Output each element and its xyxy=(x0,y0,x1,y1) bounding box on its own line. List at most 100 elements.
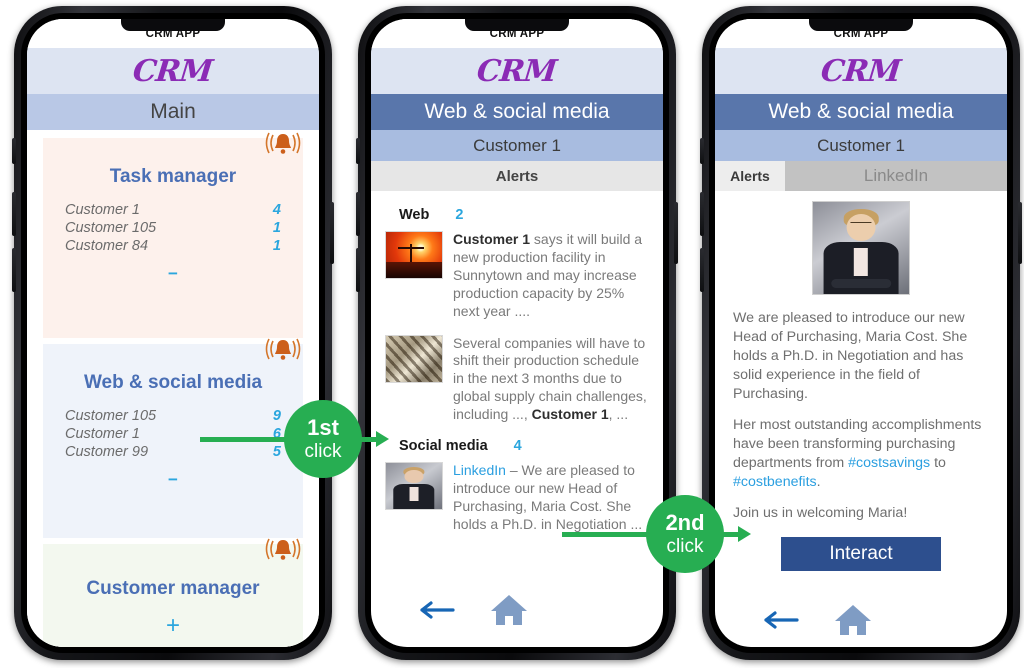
phone-power-button[interactable] xyxy=(674,202,678,264)
list-item[interactable]: Customer 105 1 xyxy=(65,220,281,236)
para2-post: . xyxy=(816,474,821,491)
back-arrow-icon[interactable] xyxy=(417,599,455,626)
phone-volume-down-button[interactable] xyxy=(356,248,360,292)
alert-text: Customer 1 says it will build a new prod… xyxy=(453,231,649,321)
phone-volume-down-button[interactable] xyxy=(12,248,16,292)
group-label: Web xyxy=(399,207,430,223)
phone-3-body: We are pleased to introduce our new Head… xyxy=(715,201,1007,647)
phone-notch xyxy=(809,19,913,31)
phone-1: CRM APP CRM Main Task manager Customer 1… xyxy=(12,6,334,660)
collapse-toggle[interactable]: − xyxy=(43,264,303,284)
customer-name: Customer 105 xyxy=(65,220,157,236)
phone-volume-up-button[interactable] xyxy=(356,192,360,236)
card-customer-manager[interactable]: Customer manager + xyxy=(43,538,303,647)
phone-volume-up-button[interactable] xyxy=(12,192,16,236)
phone-side-button[interactable] xyxy=(700,138,704,164)
customer-name: Customer 84 xyxy=(65,238,149,254)
alert-bell-icon xyxy=(263,336,303,362)
customer-name: Customer 1 xyxy=(65,426,140,442)
phone-power-button[interactable] xyxy=(330,202,334,264)
phone-volume-down-button[interactable] xyxy=(700,248,704,292)
phone-side-button[interactable] xyxy=(356,138,360,164)
hashtag-costbenefits[interactable]: #costbenefits xyxy=(733,474,817,490)
expand-toggle[interactable]: + xyxy=(43,614,303,638)
card-task-manager[interactable]: Task manager Customer 1 4 Customer 105 1… xyxy=(43,132,303,338)
linkedin-link[interactable]: LinkedIn xyxy=(453,462,506,478)
alert-text: Several companies will have to shift the… xyxy=(453,335,649,425)
phone-3-screen: CRM APP CRM Web & social media Customer … xyxy=(715,19,1007,647)
phone-volume-up-button[interactable] xyxy=(700,192,704,236)
app-logo: CRM xyxy=(131,53,215,89)
phone-side-button[interactable] xyxy=(12,138,16,164)
brand-bar: CRM xyxy=(715,48,1007,94)
section-title-alerts[interactable]: Alerts xyxy=(371,161,663,191)
callout-arrowhead-icon xyxy=(376,431,389,447)
card-title: Customer manager xyxy=(86,578,260,599)
card-row-list: Customer 1 4 Customer 105 1 Customer 84 … xyxy=(43,202,303,254)
tab-bar: Alerts LinkedIn xyxy=(715,161,1007,191)
list-item[interactable]: Customer 1 4 xyxy=(65,202,281,218)
alert-bell-icon xyxy=(263,130,303,156)
bottom-nav xyxy=(371,592,663,633)
callout-1st-click: 1st click xyxy=(200,400,390,478)
hashtag-costsavings[interactable]: #costsavings xyxy=(848,455,930,471)
post-paragraph-3: Join us in welcoming Maria! xyxy=(733,505,908,522)
bottom-nav xyxy=(715,602,1007,643)
nav-title-main[interactable]: Main xyxy=(27,94,319,130)
sepia-industry-photo xyxy=(385,334,443,383)
customer-name: Customer 105 xyxy=(65,408,157,424)
group-count: 2 xyxy=(455,207,464,223)
sunset-crane-photo xyxy=(385,231,443,279)
post-paragraph-1: We are pleased to introduce our new Head… xyxy=(733,310,968,403)
diagram-stage: CRM APP CRM Main Task manager Customer 1… xyxy=(0,0,1024,668)
alert-body-post: , ... xyxy=(608,406,629,423)
home-icon[interactable] xyxy=(833,602,873,643)
phone-notch xyxy=(465,19,569,31)
phone-notch xyxy=(121,19,225,31)
list-item[interactable]: Several companies will have to shift the… xyxy=(385,334,649,425)
phone-1-body: Task manager Customer 1 4 Customer 105 1… xyxy=(27,130,319,647)
card-title: Web & social media xyxy=(83,372,263,393)
phone-power-button[interactable] xyxy=(1018,202,1022,264)
interact-button[interactable]: Interact xyxy=(781,537,941,572)
card-title: Task manager xyxy=(109,166,237,187)
sub-title-customer[interactable]: Customer 1 xyxy=(715,130,1007,161)
brand-bar: CRM xyxy=(27,48,319,94)
callout-badge: 1st click xyxy=(284,400,362,478)
customer-count: 1 xyxy=(272,238,281,254)
callout-connector xyxy=(200,437,292,442)
alert-bell-icon xyxy=(263,536,303,562)
customer-mention: Customer 1 xyxy=(453,231,531,247)
para2-mid: to xyxy=(930,455,946,472)
list-item[interactable]: Customer 1 says it will build a new prod… xyxy=(385,231,649,321)
callout-ordinal: 1st xyxy=(307,415,339,440)
brand-bar: CRM xyxy=(371,48,663,94)
phone-1-screen: CRM APP CRM Main Task manager Customer 1… xyxy=(27,19,319,647)
customer-name: Customer 99 xyxy=(65,444,149,460)
nav-title-web-social-media[interactable]: Web & social media xyxy=(715,94,1007,130)
customer-name: Customer 1 xyxy=(65,202,140,218)
back-arrow-icon[interactable] xyxy=(761,609,799,636)
customer-count: 1 xyxy=(272,220,281,236)
businesswoman-photo xyxy=(385,462,443,511)
sub-title-customer[interactable]: Customer 1 xyxy=(371,130,663,161)
tab-linkedin[interactable]: LinkedIn xyxy=(785,161,1007,191)
callout-connector xyxy=(562,532,654,537)
alerts-feed: Web 2 Customer 1 says it will build a ne… xyxy=(371,191,663,647)
businesswoman-photo xyxy=(812,201,910,295)
list-item[interactable]: Customer 84 1 xyxy=(65,238,281,254)
callout-arrowhead-icon xyxy=(738,526,751,542)
post-body: We are pleased to introduce our new Head… xyxy=(733,309,989,523)
callout-ordinal: 2nd xyxy=(665,510,705,535)
customer-count: 4 xyxy=(272,202,281,218)
home-icon[interactable] xyxy=(489,592,529,633)
callout-word: click xyxy=(304,441,342,462)
callout-word: click xyxy=(666,536,704,557)
app-logo: CRM xyxy=(819,53,903,89)
nav-title-web-social-media[interactable]: Web & social media xyxy=(371,94,663,130)
post-paragraph-2: Her most outstanding accomplishments hav… xyxy=(733,416,989,492)
tab-alerts[interactable]: Alerts xyxy=(715,161,785,191)
group-count: 4 xyxy=(513,438,522,455)
callout-2nd-click: 2nd click xyxy=(562,495,752,573)
callout-badge: 2nd click xyxy=(646,495,724,573)
